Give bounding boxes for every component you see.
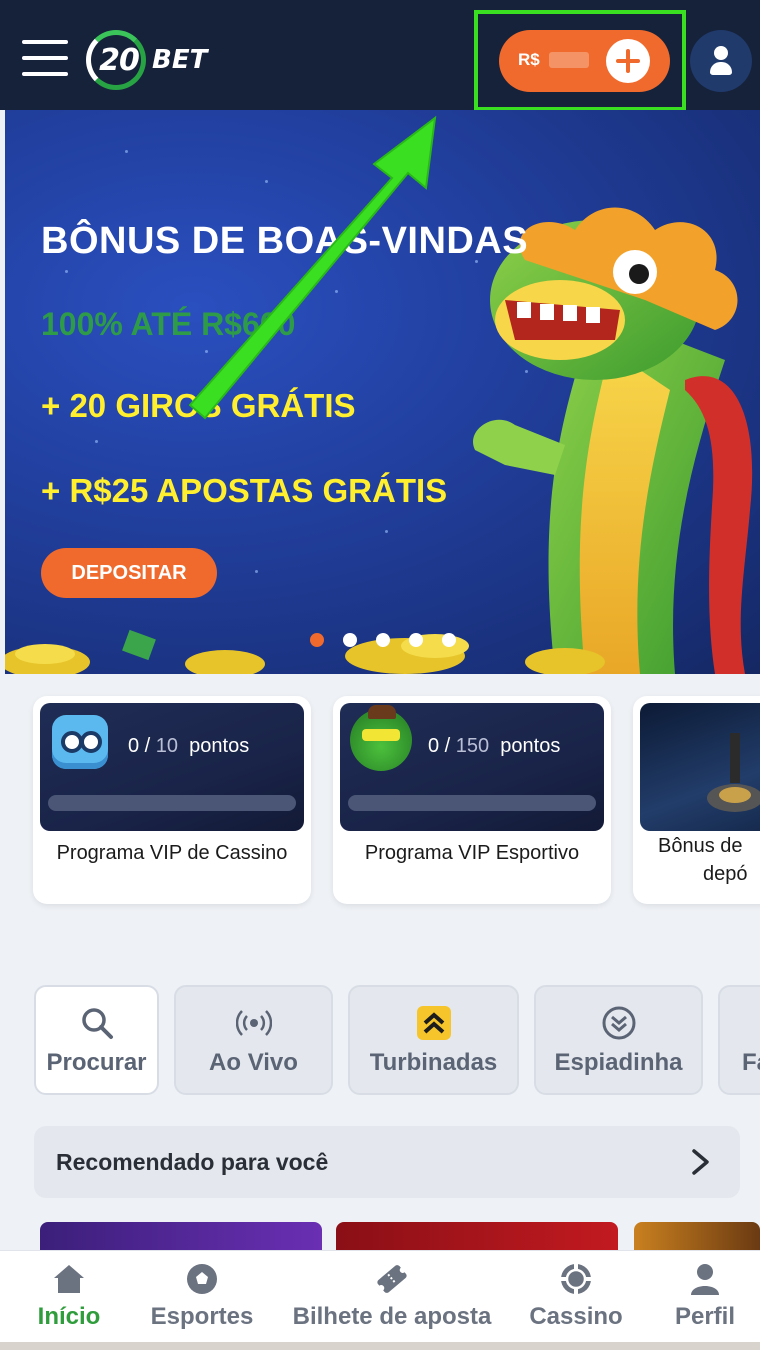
recommended-title: Recomendado para você	[56, 1149, 329, 1175]
game-thumbnail[interactable]	[336, 1222, 618, 1250]
boost-chevrons-icon	[416, 1005, 452, 1041]
carousel-dot[interactable]	[376, 633, 390, 647]
live-broadcast-icon	[235, 1005, 272, 1041]
points-progress-text: 0 / 10 pontos	[128, 735, 250, 757]
nav-sports[interactable]: Esportes	[140, 1259, 264, 1339]
category-peek[interactable]: Espiadinha	[534, 985, 703, 1095]
sports-vip-card[interactable]: 0 / 150 pontos Programa VIP Esportivo	[333, 696, 611, 904]
nav-casino[interactable]: Cassino	[521, 1259, 631, 1339]
banner-title: BÔNUS DE BOAS-VINDAS	[41, 220, 529, 262]
account-avatar-button[interactable]	[690, 30, 752, 92]
soccer-ball-icon	[184, 1261, 220, 1297]
category-live[interactable]: Ao Vivo	[174, 985, 333, 1095]
category-label: Espiadinha	[554, 1049, 683, 1076]
casino-chip-icon	[558, 1261, 594, 1297]
points-progress-bar	[348, 795, 596, 811]
category-label: Turbinadas	[369, 1049, 498, 1076]
logo-word: BET	[152, 45, 208, 75]
search-icon	[79, 1005, 115, 1041]
frog-mascot-icon	[350, 705, 412, 771]
hamburger-menu-icon[interactable]	[22, 40, 68, 80]
category-search[interactable]: Procurar	[34, 985, 159, 1095]
deposit-cta-button[interactable]: DEPOSITAR	[41, 548, 217, 598]
trophy-image	[707, 733, 760, 812]
carousel-dot[interactable]	[442, 633, 456, 647]
chevron-right-icon[interactable]	[690, 1148, 712, 1176]
carousel-dots	[310, 633, 456, 647]
top-header: 20 BET R$	[0, 0, 760, 111]
bottom-strip	[0, 1342, 760, 1350]
nav-label: Início	[37, 1303, 101, 1330]
banner-free-spins-line: + 20 GIROS GRÁTIS	[41, 387, 356, 424]
deposit-bonus-card[interactable]: Bônus de depó	[633, 696, 760, 904]
category-boosted[interactable]: Turbinadas	[348, 985, 519, 1095]
promo-card-header: 0 / 10 pontos	[40, 703, 304, 831]
category-label: Procurar	[46, 1049, 147, 1076]
user-head-icon	[714, 46, 728, 60]
user-body-icon	[710, 62, 732, 75]
carousel-dot[interactable]	[409, 633, 423, 647]
nav-profile[interactable]: Perfil	[660, 1259, 750, 1339]
promo-card-header: 0 / 150 pontos	[340, 703, 604, 831]
nav-label: Perfil	[674, 1303, 736, 1330]
promo-card-label: Programa VIP de Cassino	[56, 842, 288, 864]
nav-label: Cassino	[529, 1303, 623, 1330]
logo-ring-icon: 20	[86, 30, 146, 90]
bottom-navigation: Início Esportes Bilhete de aposta Cassin…	[0, 1250, 760, 1342]
category-favorites[interactable]: Fa	[718, 985, 760, 1095]
category-section: Procurar Ao Vivo Turbinadas Espiadinha F…	[0, 954, 760, 1250]
welcome-bonus-banner[interactable]: BÔNUS DE BOAS-VINDAS 100% ATÉ R$600 + 20…	[5, 110, 760, 674]
points-progress-text: 0 / 150 pontos	[428, 735, 561, 757]
category-label: Fa	[742, 1049, 760, 1076]
promo-card-label: Programa VIP Esportivo	[364, 842, 580, 864]
carousel-dot[interactable]	[343, 633, 357, 647]
category-label: Ao Vivo	[209, 1049, 298, 1076]
promo-card-header	[640, 703, 760, 831]
peek-chevron-icon	[601, 1005, 637, 1041]
game-thumbnail[interactable]	[40, 1222, 322, 1250]
nav-home[interactable]: Início	[20, 1259, 118, 1339]
nav-label: Bilhete de aposta	[292, 1303, 492, 1330]
user-icon	[687, 1261, 723, 1297]
casino-vip-card[interactable]: 0 / 10 pontos Programa VIP de Cassino	[33, 696, 311, 904]
nav-label: Esportes	[150, 1303, 254, 1330]
carousel-dot[interactable]	[310, 633, 324, 647]
banner-subtitle: 100% ATÉ R$600	[41, 306, 296, 342]
promo-card-label: Bônus de depó	[658, 835, 748, 885]
banner-free-bets-line: + R$25 APOSTAS GRÁTIS	[41, 472, 448, 509]
points-progress-bar	[48, 795, 296, 811]
vip-programs-row: 0 / 10 pontos Programa VIP de Cassino 0 …	[0, 674, 760, 954]
logo-number: 20	[99, 42, 140, 78]
brand-logo[interactable]: 20 BET	[86, 30, 207, 90]
recommended-section-header[interactable]: Recomendado para você	[34, 1126, 740, 1198]
home-icon	[51, 1261, 87, 1297]
annotation-highlight-box	[474, 10, 686, 111]
nav-bet-slip[interactable]: Bilhete de aposta	[285, 1259, 499, 1339]
game-thumbnail[interactable]	[634, 1222, 760, 1250]
ticket-icon	[374, 1261, 410, 1297]
robot-mascot-icon	[52, 715, 108, 769]
